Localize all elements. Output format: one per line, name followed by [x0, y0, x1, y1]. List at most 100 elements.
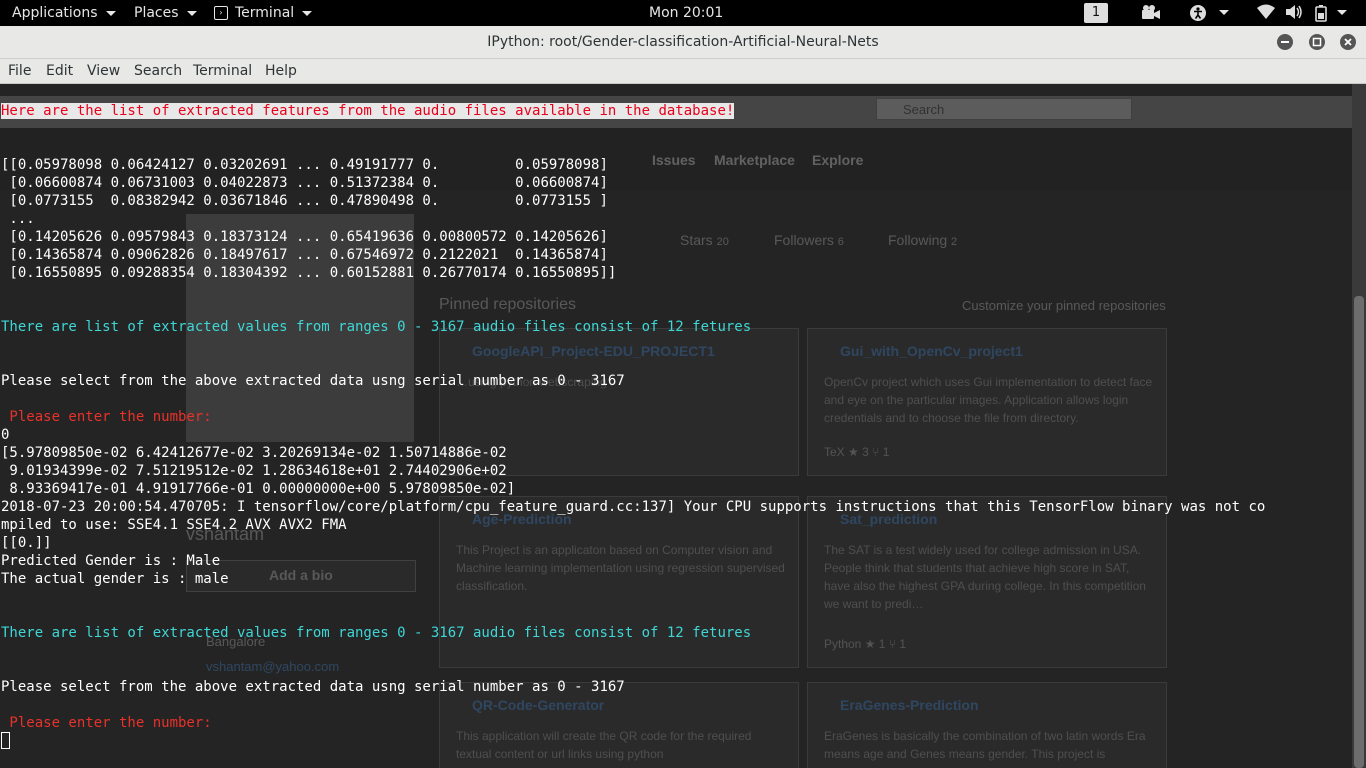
- applications-label: Applications: [12, 5, 98, 21]
- browser-search-placeholder: Search: [903, 102, 945, 117]
- chevron-down-icon: [186, 10, 197, 16]
- repo-card: Gui_with_OpenCv_project1 OpenCv project …: [807, 328, 1167, 476]
- terminal-line-text: 2018-07-23 20:00:54.470705: I tensorflow…: [1, 499, 1266, 515]
- nav-explore: Explore: [812, 152, 864, 168]
- terminal-line: [0.16550895 0.09288354 0.18304392 ... 0.…: [1, 264, 616, 282]
- menu-search[interactable]: Search: [134, 59, 182, 83]
- terminal-line: There are list of extracted values from …: [1, 624, 751, 642]
- terminal-line: Here are the list of extracted features …: [1, 102, 735, 120]
- repo-desc: OpenCv project which uses Gui implementa…: [824, 375, 1153, 425]
- tab-stars-label: Stars: [680, 232, 713, 248]
- maximize-icon: [1312, 37, 1322, 47]
- terminal-line: [0.06600874 0.06731003 0.04022873 ... 0.…: [1, 174, 608, 192]
- terminal-line-text: [0.16550895 0.09288354 0.18304392 ... 0.…: [1, 265, 617, 281]
- terminal-line: [5.97809850e-02 6.42412677e-02 3.2026913…: [1, 444, 507, 462]
- terminal-line-text: [0.06600874 0.06731003 0.04022873 ... 0.…: [1, 175, 608, 191]
- workspace-indicator[interactable]: 1: [1084, 3, 1108, 23]
- window-title: IPython: root/Gender-classification-Arti…: [487, 34, 879, 50]
- terminal-label: Terminal: [235, 5, 295, 21]
- browser-search-box: Search: [876, 98, 1132, 120]
- repo-desc: This application will create the QR code…: [456, 729, 752, 761]
- terminal-line-text: Predicted Gender is : Male: [1, 553, 221, 569]
- terminal-line-text: 9.01934399e-02 7.51219512e-02 1.28634618…: [1, 463, 507, 479]
- terminal-line: [0.14365874 0.09062826 0.18497617 ... 0.…: [1, 246, 607, 264]
- repo-lang: Python: [824, 637, 862, 651]
- profile-email: vshantam@yahoo.com: [206, 659, 340, 674]
- terminal-line: ...: [1, 210, 34, 228]
- terminal-line: The actual gender is : male: [1, 570, 229, 588]
- window-titlebar[interactable]: IPython: root/Gender-classification-Arti…: [0, 26, 1366, 59]
- terminal-line: [[0.05978098 0.06424127 0.03202691 ... 0…: [1, 156, 608, 174]
- tab-followers-count: 6: [837, 236, 844, 248]
- video-camera-icon[interactable]: [1141, 4, 1161, 26]
- terminal-line: There are list of extracted values from …: [1, 318, 751, 336]
- terminal-line: Please enter the number:: [1, 408, 212, 426]
- volume-icon[interactable]: [1285, 4, 1303, 24]
- minimize-icon: [1281, 41, 1289, 43]
- scrollbar-thumb[interactable]: [1354, 296, 1364, 768]
- top-bar: Applications Places › Terminal Mon 20:01 …: [0, 0, 1366, 26]
- menu-view[interactable]: View: [87, 59, 120, 83]
- tab-stars: Stars 20: [680, 232, 729, 248]
- menubar: File Edit View Search Terminal Help: [0, 59, 1366, 84]
- menu-file[interactable]: File: [8, 59, 31, 83]
- terminal-line-text: [[0.05978098 0.06424127 0.03202691 ... 0…: [1, 157, 608, 173]
- terminal-line-text: Please enter the number:: [1, 715, 212, 731]
- terminal-scrollbar[interactable]: [1352, 84, 1366, 768]
- repo-lang: TeX: [824, 445, 845, 459]
- chevron-down-icon: [105, 10, 116, 16]
- close-button[interactable]: [1340, 34, 1356, 50]
- chevron-down-icon: [1219, 10, 1230, 15]
- terminal-line-text: The actual gender is : male: [1, 571, 229, 587]
- battery-icon[interactable]: [1313, 4, 1348, 26]
- repo-forks-count: 1: [882, 445, 890, 459]
- close-icon: [1344, 38, 1352, 46]
- terminal-line-text: 0: [1, 427, 10, 443]
- terminal-line-text: [5.97809850e-02 6.42412677e-02 3.2026913…: [1, 445, 507, 461]
- tab-following: Following 2: [888, 232, 957, 248]
- tab-following-label: Following: [888, 232, 948, 248]
- terminal-line-text: mpiled to use: SSE4.1 SSE4.2 AVX AVX2 FM…: [1, 517, 347, 533]
- terminal-line-text: There are list of extracted values from …: [1, 319, 752, 335]
- clock[interactable]: Mon 20:01: [649, 0, 723, 26]
- terminal-line: 9.01934399e-02 7.51219512e-02 1.28634618…: [1, 462, 507, 480]
- terminal-line: Please enter the number:: [1, 714, 212, 732]
- repo-meta: Python ★ 1 ⑂ 1: [824, 637, 907, 651]
- repo-desc: EraGenes is basically the combination of…: [824, 729, 1146, 761]
- menu-help[interactable]: Help: [265, 59, 297, 83]
- terminal-line: 8.93369417e-01 4.91917766e-01 0.00000000…: [1, 480, 515, 498]
- maximize-button[interactable]: [1309, 34, 1325, 50]
- chevron-down-icon: [302, 10, 313, 16]
- terminal-line: [[0.]]: [1, 534, 52, 552]
- terminal-line-text: Please enter the number:: [1, 409, 212, 425]
- terminal-line-text: [0.14205626 0.09579843 0.18373124 ... 0.…: [1, 229, 608, 245]
- minimize-button[interactable]: [1277, 34, 1293, 50]
- accessibility-icon[interactable]: [1189, 4, 1230, 26]
- terminal-view[interactable]: Search Issues Marketplace Explore vshant…: [0, 84, 1352, 768]
- wifi-icon[interactable]: [1257, 4, 1275, 24]
- terminal-icon: ›: [214, 6, 228, 20]
- menu-edit[interactable]: Edit: [46, 59, 73, 83]
- repo-meta: TeX ★ 3 ⑂ 1: [824, 445, 890, 459]
- repo-name: EraGenes-Prediction: [840, 697, 979, 713]
- terminal-line: Please select from the above extracted d…: [1, 372, 625, 390]
- terminal-line-text: 8.93369417e-01 4.91917766e-01 0.00000000…: [1, 481, 516, 497]
- repo-desc: This Project is an applicaton based on C…: [456, 543, 785, 593]
- menu-terminal[interactable]: Terminal: [193, 59, 252, 83]
- places-menu[interactable]: Places: [134, 0, 197, 26]
- terminal-line-text: [0.0773155 0.08382942 0.03671846 ... 0.4…: [1, 193, 608, 209]
- terminal-app-menu[interactable]: › Terminal: [214, 0, 313, 26]
- tab-followers: Followers 6: [774, 232, 844, 248]
- customize-pinned-link: Customize your pinned repositories: [962, 298, 1166, 313]
- terminal-line: 0: [1, 426, 9, 444]
- applications-menu[interactable]: Applications: [12, 0, 116, 26]
- repo-name: GoogleAPI_Project-EDU_PROJECT1: [472, 343, 715, 359]
- repo-forks-count: 1: [899, 637, 907, 651]
- tab-following-count: 2: [951, 236, 958, 248]
- repo-card: Sat_prediction The SAT is a test widely …: [807, 496, 1167, 668]
- repo-card: EraGenes-Prediction EraGenes is basicall…: [807, 682, 1167, 768]
- tab-stars-count: 20: [716, 236, 729, 248]
- repo-name: QR-Code-Generator: [472, 697, 605, 713]
- repo-stars-count: 3: [862, 445, 869, 459]
- terminal-line: Predicted Gender is : Male: [1, 552, 220, 570]
